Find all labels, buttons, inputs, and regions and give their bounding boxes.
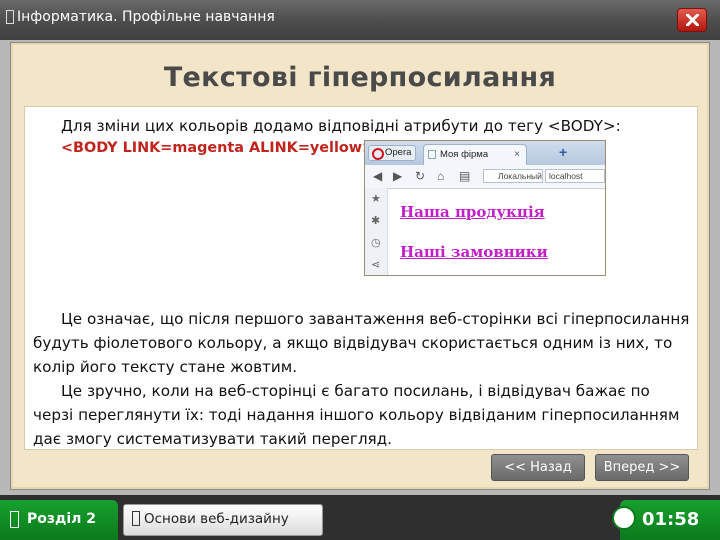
clock-icon [612,506,636,530]
new-tab-icon: + [559,144,568,160]
timer-value: 01:58 [642,509,700,530]
link-products: Наша продукція [400,203,545,221]
clock-icon: ◷ [371,237,381,249]
section-button[interactable]: Розділ 2 [0,500,118,540]
gear-icon: ✱ [371,215,381,227]
page-icon [428,150,436,159]
home-icon: ⌂ [437,169,445,183]
section-label: Розділ 2 [27,511,96,527]
star-icon: ★ [371,193,381,205]
paragraph-1-text: Це означає, що після першого завантаженн… [33,310,690,376]
timer: 01:58 [612,500,720,540]
window-title: Інформатика. Профільне навчання [6,9,275,25]
back-arrow-icon: ◀ [373,169,383,183]
page-view-icon: ▤ [459,169,471,183]
opera-logo-icon [372,148,384,160]
reload-icon: ↻ [415,169,426,183]
title-bar: Інформатика. Профільне навчання [0,0,720,40]
opera-label: Opera [385,147,412,158]
share-icon: ⋖ [371,259,381,271]
paragraph-2-text: Це зручно, коли на веб-сторінці є багато… [33,382,680,448]
link-customers: Наші замовники [400,243,548,261]
book-icon [6,10,14,24]
browser-nav-bar: ◀ ▶ ↻ ⌂ ▤ Локальный localhost [365,165,605,189]
browser-screenshot: Opera Моя фірма × + ◀ ▶ ↻ ⌂ ▤ Локальный l… [364,140,606,276]
back-button[interactable]: << Назад [491,454,585,481]
intro-text: Для зміни цих кольорів додамо відповідні… [61,117,621,135]
address-field-right: localhost [545,169,605,183]
close-icon [686,14,699,26]
browser-tab-bar: Opera Моя фірма × + [365,141,605,165]
opera-menu: Opera [368,145,416,161]
close-button[interactable] [677,8,707,32]
forward-arrow-icon: ▶ [393,169,403,183]
tab-title: Моя фірма [440,149,489,160]
browser-tab: Моя фірма × [423,144,527,165]
paragraph-1: Це означає, що після першого завантаженн… [33,307,693,379]
slide-heading: Текстові гіперпосилання [163,62,557,93]
chapter-label: Основи веб-дизайну [144,511,289,527]
window-title-text: Інформатика. Профільне навчання [17,9,275,25]
code-sample: <BODY LINK=magenta ALINK=yellow> [61,140,375,156]
chapter-icon [132,511,140,526]
paragraph-2: Це зручно, коли на веб-сторінці є багато… [33,379,693,451]
forward-button[interactable]: Вперед >> [595,454,689,481]
section-icon [10,511,19,528]
browser-sidebar: ★ ✱ ◷ ⋖ [365,188,388,275]
explanation-text: Це означає, що після першого завантаженн… [33,307,693,451]
tab-close-icon: × [514,149,520,160]
address-field-left: Локальный [483,169,543,183]
chapter-button[interactable]: Основи веб-дизайну [123,504,323,536]
